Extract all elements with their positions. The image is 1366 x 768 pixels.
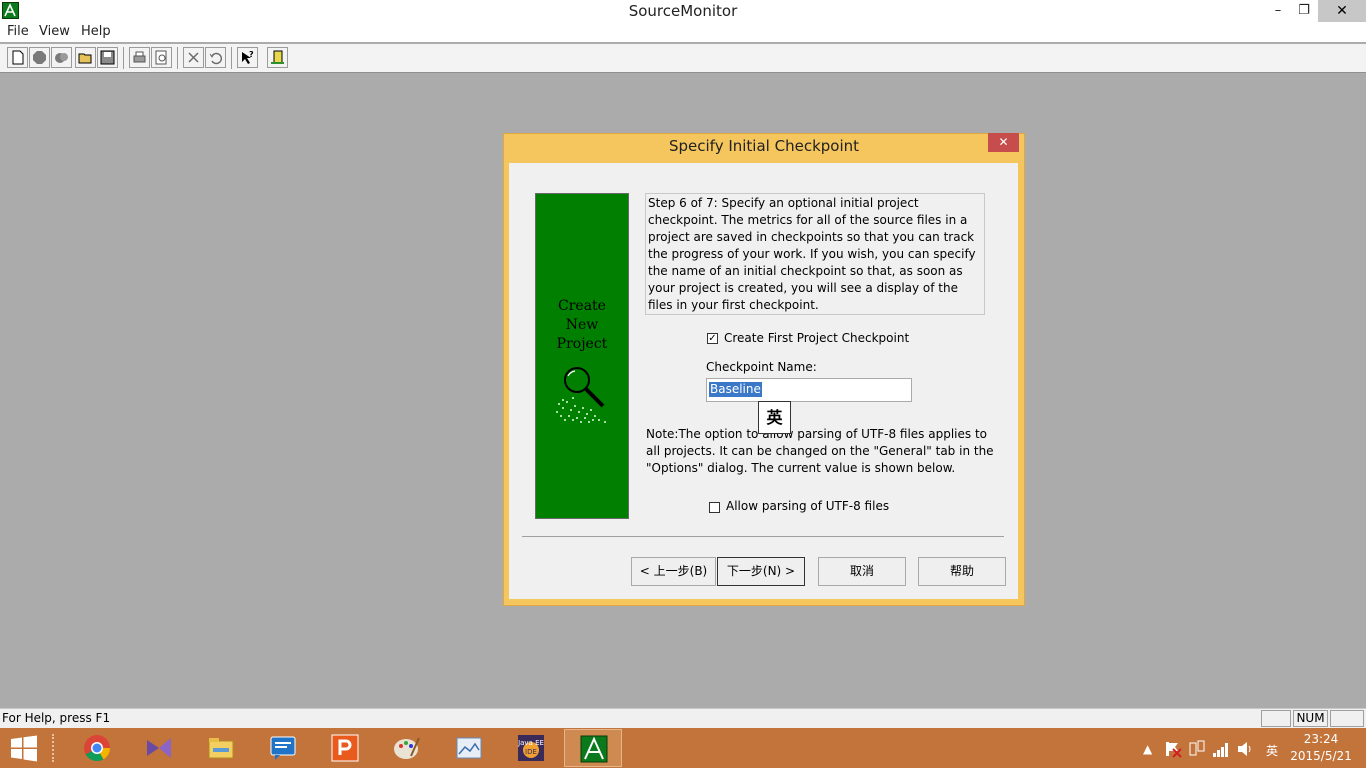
create-checkpoint-label[interactable]: Create First Project Checkpoint (724, 331, 909, 345)
minimize-button[interactable]: – (1264, 0, 1292, 22)
svg-text:Java EE: Java EE (517, 739, 544, 747)
clock-date: 2015/5/21 (1290, 749, 1352, 763)
file-explorer-icon (208, 738, 234, 759)
show-hidden-icons-icon[interactable]: ▲ (1143, 742, 1152, 756)
num-lock-indicator: NUM (1293, 710, 1328, 727)
taskbar-file-explorer[interactable] (192, 729, 250, 767)
network-signal-icon[interactable] (1212, 740, 1230, 758)
taskbar-messenger[interactable] (254, 729, 312, 767)
chrome-icon (84, 735, 111, 762)
menu-bar (0, 22, 1366, 42)
delete-icon[interactable] (183, 47, 204, 68)
taskbar-powerpoint[interactable] (316, 729, 374, 767)
copy-icon[interactable] (51, 47, 72, 68)
new-icon[interactable] (7, 47, 28, 68)
taskbar-paint[interactable] (378, 729, 436, 767)
taskbar-sourcemonitor[interactable] (564, 729, 622, 767)
stop-icon[interactable] (29, 47, 50, 68)
checkpoint-name-value[interactable]: Baseline (709, 382, 762, 397)
toolbar-separator (123, 47, 124, 69)
ime-indicator: 英 (758, 401, 791, 434)
messenger-icon (270, 736, 296, 760)
checkpoint-name-label: Checkpoint Name: (706, 360, 817, 374)
utf8-label[interactable]: Allow parsing of UTF-8 files (726, 499, 889, 513)
panel-caption-line: Project (556, 336, 608, 352)
open-icon[interactable] (75, 47, 96, 68)
restore-button[interactable]: ❐ (1290, 0, 1318, 22)
close-button[interactable]: ✕ (1318, 0, 1366, 22)
wizard-image-panel (535, 193, 629, 519)
visual-studio-icon (147, 738, 171, 758)
window-title: SourceMonitor (628, 2, 738, 20)
taskbar-chrome[interactable] (68, 729, 126, 767)
photo-viewer-icon (456, 737, 482, 759)
svg-text:?: ? (249, 50, 254, 59)
taskbar-visual-studio[interactable] (130, 729, 188, 767)
toolbar-separator (231, 47, 232, 69)
help-button[interactable]: 帮助 (918, 557, 1006, 586)
status-bar (0, 708, 1366, 728)
clock[interactable]: 23:24 2015/5/21 (1290, 731, 1352, 765)
action-center-icon[interactable] (1164, 740, 1182, 758)
clock-time: 23:24 (1303, 732, 1339, 746)
context-help-icon[interactable]: ? (237, 47, 258, 68)
paint-icon (394, 737, 420, 759)
print-icon[interactable] (129, 47, 150, 68)
svg-text:IDE: IDE (525, 748, 537, 756)
undo-icon[interactable] (205, 47, 226, 68)
taskbar-photo-viewer[interactable] (440, 729, 498, 767)
status-pane (1261, 710, 1291, 727)
back-button[interactable]: < 上一步(B) (631, 557, 716, 586)
cancel-button[interactable]: 取消 (818, 557, 906, 586)
taskbar-grip (52, 734, 60, 762)
menu-help[interactable]: Help (81, 24, 111, 39)
exit-icon[interactable] (267, 47, 288, 68)
menu-view[interactable]: View (39, 24, 70, 39)
print-preview-icon[interactable] (151, 47, 172, 68)
save-icon[interactable] (97, 47, 118, 68)
utf8-note: Note:The option to allow parsing of UTF-… (646, 427, 994, 475)
powerpoint-icon (331, 734, 359, 762)
next-button[interactable]: 下一步(N) > (717, 557, 805, 586)
step-description: Step 6 of 7: Specify an optional initial… (648, 196, 976, 312)
panel-caption-line: Create (558, 298, 606, 314)
utf8-checkbox[interactable] (709, 502, 720, 513)
javaee-ide-icon: Java EEIDE (517, 735, 544, 761)
panel-caption-line: New (565, 317, 599, 333)
dialog-separator (522, 536, 1004, 537)
start-button[interactable] (10, 735, 38, 762)
menu-file[interactable]: File (7, 24, 29, 39)
toolbar-separator (177, 47, 178, 69)
taskbar-javaee-ide[interactable]: Java EE IDE (502, 729, 560, 767)
sourcemonitor-icon (580, 735, 608, 763)
panel-caption: Create New Project (535, 297, 629, 354)
usb-device-icon[interactable] (1189, 740, 1205, 758)
dialog-title: Specify Initial Checkpoint (668, 137, 860, 155)
magnifier-icon (553, 364, 613, 426)
volume-icon[interactable] (1237, 740, 1253, 758)
status-text: For Help, press F1 (2, 711, 111, 725)
ime-language-indicator[interactable]: 英 (1266, 742, 1278, 759)
dialog-close-button[interactable]: ✕ (988, 133, 1019, 152)
status-pane (1330, 710, 1364, 727)
create-checkpoint-checkbox[interactable]: ✓ (707, 333, 718, 344)
